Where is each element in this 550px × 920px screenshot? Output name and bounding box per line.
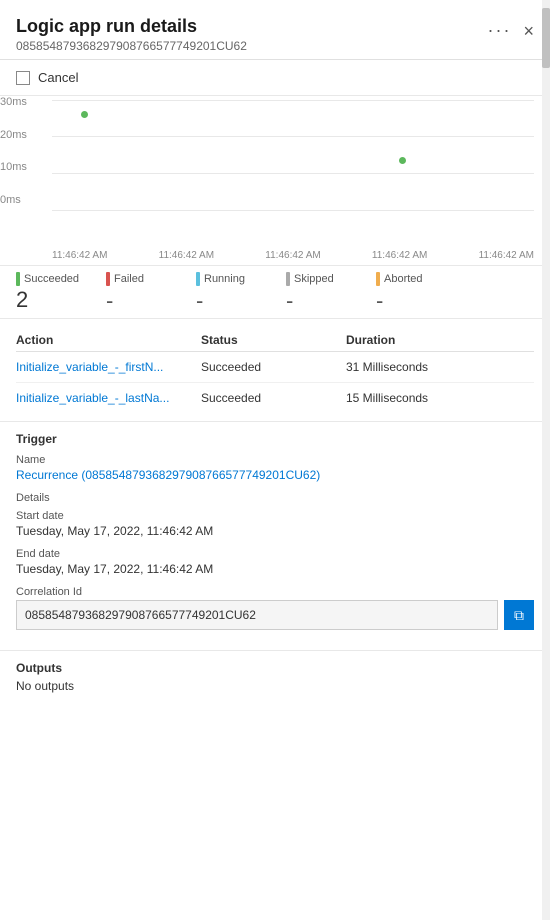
- running-label: Running: [204, 273, 245, 285]
- header-actions: ··· ×: [488, 20, 535, 41]
- stat-aborted: Aborted -: [376, 272, 466, 314]
- action-duration-1: 31 Milliseconds: [346, 360, 534, 374]
- stat-succeeded: Succeeded 2: [16, 272, 106, 314]
- x-label-3: 11:46:42 AM: [265, 250, 320, 261]
- skipped-value: -: [286, 288, 293, 314]
- name-label: Name: [16, 454, 534, 466]
- copy-button[interactable]: ⧉: [504, 600, 534, 630]
- stat-skipped: Skipped -: [286, 272, 376, 314]
- chart-dot-1: [81, 111, 88, 118]
- y-label-20: 20ms: [0, 129, 27, 141]
- succeeded-bar: [16, 272, 20, 286]
- trigger-title: Trigger: [16, 432, 534, 446]
- correlation-id-label: Correlation Id: [16, 586, 534, 598]
- failed-label: Failed: [114, 273, 144, 285]
- action-status-2: Succeeded: [201, 391, 346, 405]
- stat-failed-header: Failed: [106, 272, 144, 286]
- col-action-header: Action: [16, 333, 201, 347]
- correlation-id-input[interactable]: [16, 600, 498, 630]
- trigger-section: Trigger Name Recurrence (085854879368297…: [0, 422, 550, 651]
- header-left: Logic app run details 085854879368297908…: [16, 16, 247, 53]
- skipped-label: Skipped: [294, 273, 334, 285]
- stat-succeeded-header: Succeeded: [16, 272, 79, 286]
- stat-running: Running -: [196, 272, 286, 314]
- skipped-bar: [286, 272, 290, 286]
- y-label-30: 30ms: [0, 96, 27, 108]
- stat-running-header: Running: [196, 272, 245, 286]
- action-name-2: Initialize_variable_-_lastNa...: [16, 391, 201, 405]
- table-header: Action Status Duration: [16, 327, 534, 352]
- x-label-1: 11:46:42 AM: [52, 250, 107, 261]
- close-button[interactable]: ×: [523, 22, 534, 40]
- stat-aborted-header: Aborted: [376, 272, 423, 286]
- panel-subtitle: 085854879368297908766577749201CU62: [16, 39, 247, 53]
- end-date-label: End date: [16, 548, 534, 560]
- table-row[interactable]: Initialize_variable_-_firstN... Succeede…: [16, 352, 534, 383]
- y-label-0: 0ms: [0, 194, 27, 206]
- panel-header: Logic app run details 085854879368297908…: [0, 0, 550, 60]
- x-label-2: 11:46:42 AM: [159, 250, 214, 261]
- outputs-title: Outputs: [16, 661, 534, 675]
- end-date-value: Tuesday, May 17, 2022, 11:46:42 AM: [16, 562, 534, 576]
- x-label-5: 11:46:42 AM: [479, 250, 534, 261]
- details-label: Details: [16, 492, 534, 504]
- action-duration-2: 15 Milliseconds: [346, 391, 534, 405]
- succeeded-value: 2: [16, 288, 28, 312]
- succeeded-label: Succeeded: [24, 273, 79, 285]
- x-axis-labels: 11:46:42 AM 11:46:42 AM 11:46:42 AM 11:4…: [52, 250, 534, 261]
- outputs-section: Outputs No outputs: [0, 651, 550, 703]
- action-status-1: Succeeded: [201, 360, 346, 374]
- table-row[interactable]: Initialize_variable_-_lastNa... Succeede…: [16, 383, 534, 413]
- scrollbar-track[interactable]: [542, 0, 550, 920]
- aborted-label: Aborted: [384, 273, 423, 285]
- aborted-bar: [376, 272, 380, 286]
- failed-value: -: [106, 288, 113, 314]
- actions-table: Action Status Duration Initialize_variab…: [0, 319, 550, 422]
- trigger-name-value[interactable]: Recurrence (0858548793682979087665777492…: [16, 468, 534, 482]
- scrollbar-thumb[interactable]: [542, 8, 550, 68]
- cancel-label: Cancel: [38, 70, 78, 85]
- col-status-header: Status: [201, 333, 346, 347]
- stats-row: Succeeded 2 Failed - Running -: [0, 266, 550, 319]
- failed-bar: [106, 272, 110, 286]
- aborted-value: -: [376, 288, 383, 314]
- correlation-id-row: ⧉: [16, 600, 534, 630]
- x-label-4: 11:46:42 AM: [372, 250, 427, 261]
- start-date-value: Tuesday, May 17, 2022, 11:46:42 AM: [16, 524, 534, 538]
- panel-title: Logic app run details: [16, 16, 247, 37]
- stat-skipped-header: Skipped: [286, 272, 334, 286]
- start-date-label: Start date: [16, 510, 534, 522]
- chart-dot-2: [399, 157, 406, 164]
- running-value: -: [196, 288, 203, 314]
- col-duration-header: Duration: [346, 333, 534, 347]
- y-axis-labels: 30ms 20ms 10ms 0ms: [0, 96, 27, 206]
- stat-failed: Failed -: [106, 272, 196, 314]
- ellipsis-button[interactable]: ···: [488, 20, 512, 41]
- running-bar: [196, 272, 200, 286]
- action-name-1: Initialize_variable_-_firstN...: [16, 360, 201, 374]
- y-label-10: 10ms: [0, 161, 27, 173]
- cancel-checkbox[interactable]: [16, 71, 30, 85]
- no-outputs-text: No outputs: [16, 679, 534, 693]
- cancel-bar: Cancel: [0, 60, 550, 96]
- chart-area: 30ms 20ms 10ms 0ms 11:46:42 AM 11:46:42 …: [0, 96, 550, 266]
- copy-icon: ⧉: [514, 607, 524, 624]
